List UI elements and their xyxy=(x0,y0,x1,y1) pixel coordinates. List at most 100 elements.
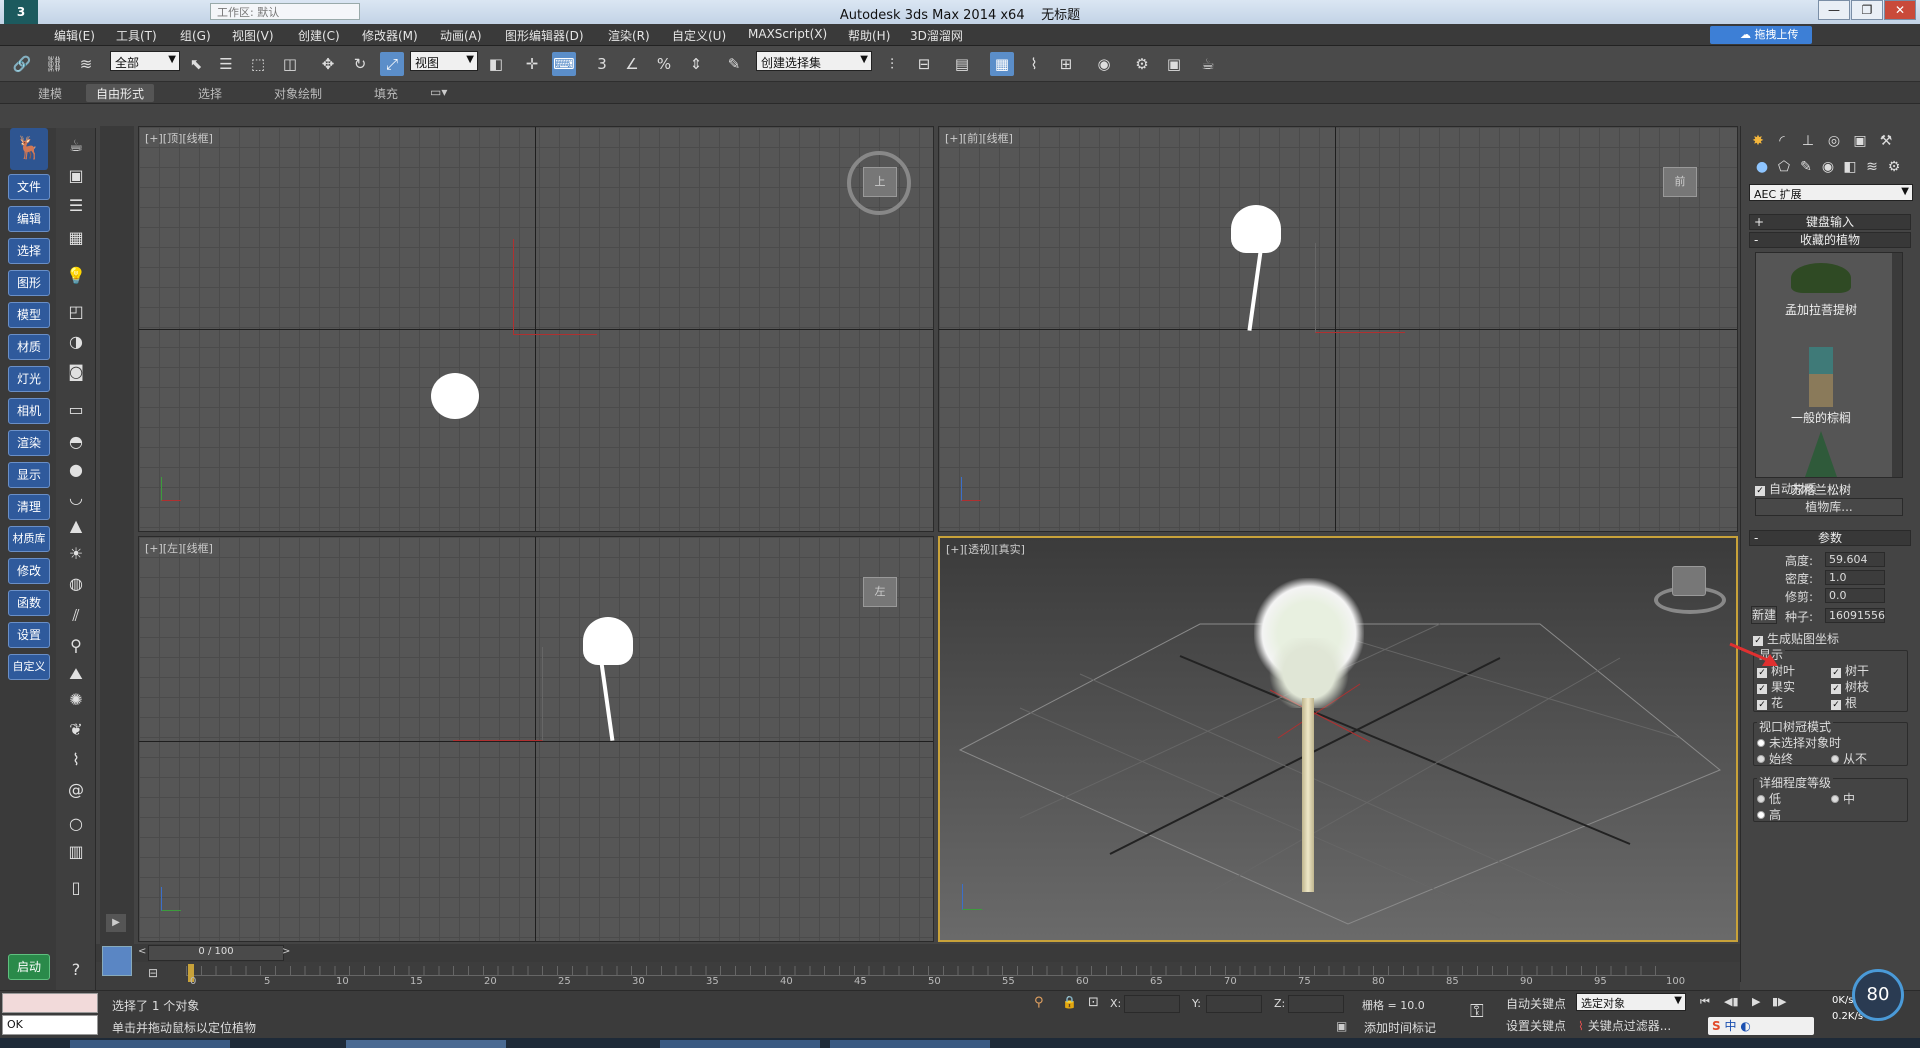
bowl-icon[interactable]: ◡ xyxy=(64,486,88,510)
cone-icon[interactable]: ▲ xyxy=(64,514,88,538)
create-tab-icon[interactable]: ✸ xyxy=(1747,130,1769,152)
menu-help[interactable]: 帮助(H) xyxy=(848,27,890,44)
detail-high-radio[interactable]: 高 xyxy=(1757,806,1781,823)
nav-modify[interactable]: 修改 xyxy=(8,558,50,584)
prune-field[interactable]: 0.0 xyxy=(1825,588,1885,603)
performance-gauge[interactable]: 80 xyxy=(1852,969,1904,1021)
select-and-link-icon[interactable]: 🔗 xyxy=(10,52,34,76)
rendered-frame-icon[interactable]: ▣ xyxy=(1162,52,1186,76)
next-frame-icon[interactable]: ▮▶ xyxy=(1772,995,1787,1008)
y-coord-field[interactable] xyxy=(1206,995,1262,1013)
menu-edit[interactable]: 编辑(E) xyxy=(54,27,95,44)
align-icon[interactable]: ⊟ xyxy=(912,52,936,76)
shapes-icon[interactable]: ⬠ xyxy=(1773,156,1795,178)
nav-file[interactable]: 文件 xyxy=(8,174,50,200)
nav-camera[interactable]: 相机 xyxy=(8,398,50,424)
nav-customize[interactable]: 自定义 xyxy=(8,654,50,680)
teapot-icon[interactable]: ☕ xyxy=(64,134,88,158)
ribbon-tab-freeform[interactable]: 自由形式 xyxy=(86,84,155,102)
material-editor-icon[interactable]: ◉ xyxy=(1092,52,1116,76)
sphere-icon[interactable]: ● xyxy=(64,458,88,482)
ball-icon[interactable]: ○ xyxy=(64,812,88,836)
nav-cleanup[interactable]: 清理 xyxy=(8,494,50,520)
select-object-icon[interactable]: ⬉ xyxy=(184,52,208,76)
category-dropdown[interactable]: AEC 扩展 ▼ xyxy=(1749,184,1913,201)
dome-icon[interactable]: ◓ xyxy=(64,430,88,454)
curve-editor-icon[interactable]: ⌇ xyxy=(1022,52,1046,76)
menu-modifiers[interactable]: 修改器(M) xyxy=(362,27,418,44)
swirl-icon[interactable]: @ xyxy=(64,778,88,802)
stairs-icon[interactable]: ⌇ xyxy=(64,748,88,772)
rotate-icon[interactable]: ↻ xyxy=(348,52,372,76)
trunk-checkbox[interactable]: ✓ 树干 xyxy=(1831,662,1869,679)
light-bulb-icon[interactable]: 💡 xyxy=(64,264,88,288)
add-time-tag[interactable]: 添加时间标记 xyxy=(1364,1019,1436,1036)
image-icon[interactable]: ▣ xyxy=(64,164,88,188)
menu-graph-editors[interactable]: 图形编辑器(D) xyxy=(505,27,584,44)
viewcube[interactable] xyxy=(1672,566,1706,596)
bind-spacewarp-icon[interactable]: ≋ xyxy=(74,52,98,76)
ribbon-tab-selection[interactable]: 选择 xyxy=(188,84,232,102)
calculator-icon[interactable]: ▥ xyxy=(64,840,88,864)
time-slider-left-arrow[interactable]: < xyxy=(138,946,146,957)
viewcube[interactable]: 前 xyxy=(1663,167,1697,197)
grid-icon[interactable]: ▦ xyxy=(64,226,88,250)
sun-icon[interactable]: ☀ xyxy=(64,542,88,566)
time-slider-thumb[interactable]: 0 / 100 xyxy=(148,945,284,961)
viewport-perspective[interactable]: [+][透视][真实] xyxy=(938,536,1738,942)
viewport-front[interactable]: [+][前][线框] 前 xyxy=(938,126,1738,532)
scene-icon[interactable]: ⛰ xyxy=(64,662,88,686)
seed-field[interactable]: 16091556 xyxy=(1825,608,1885,623)
new-seed-button[interactable]: 新建 xyxy=(1751,606,1777,624)
viewcube[interactable]: 上 xyxy=(863,167,897,197)
detail-low-radio[interactable]: 低 xyxy=(1757,790,1781,807)
menu-create[interactable]: 创建(C) xyxy=(298,27,340,44)
nav-edit[interactable]: 编辑 xyxy=(8,206,50,232)
menu-views[interactable]: 视图(V) xyxy=(232,27,274,44)
select-by-name-icon[interactable]: ☰ xyxy=(214,52,238,76)
helpers-icon[interactable]: ◧ xyxy=(1839,156,1861,178)
viewport-label[interactable]: [+][透视][真实] xyxy=(946,541,1025,557)
reference-coord-dropdown[interactable]: 视图 ▼ xyxy=(410,51,478,71)
track-bar-icon[interactable]: ⊟ xyxy=(148,966,158,980)
lock-icon[interactable]: 🔒 xyxy=(1062,995,1077,1009)
cog-icon[interactable]: ✺ xyxy=(64,688,88,712)
unlink-icon[interactable]: ⛓ xyxy=(42,52,66,76)
nav-functions[interactable]: 函数 xyxy=(8,590,50,616)
roots-checkbox[interactable]: ✓ 根 xyxy=(1831,694,1857,711)
density-field[interactable]: 1.0 xyxy=(1825,570,1885,585)
disc-icon[interactable]: ◍ xyxy=(64,572,88,596)
key-icon[interactable]: ⚿ xyxy=(1470,1001,1484,1022)
isolate-selection-icon[interactable]: ⚲ xyxy=(1034,995,1044,1010)
nav-shapes[interactable]: 图形 xyxy=(8,270,50,296)
close-button[interactable]: ✕ xyxy=(1884,0,1916,20)
plant-item-palm[interactable]: 一般的棕榈 xyxy=(1756,347,1886,426)
goto-start-icon[interactable]: ⏮ xyxy=(1700,995,1710,1009)
restore-button[interactable]: ❐ xyxy=(1851,0,1883,20)
nav-lights[interactable]: 灯光 xyxy=(8,366,50,392)
height-field[interactable]: 59.604 xyxy=(1825,552,1885,567)
time-slider-right-arrow[interactable]: > xyxy=(282,946,290,957)
key-mode-dropdown[interactable]: 选定对象 ▼ xyxy=(1576,993,1686,1011)
z-coord-field[interactable] xyxy=(1288,995,1344,1013)
ribbon-options-icon[interactable]: ▭▾ xyxy=(430,85,447,99)
nav-model[interactable]: 模型 xyxy=(8,302,50,328)
layout-grid-icon[interactable] xyxy=(102,946,132,976)
taskbar-app[interactable] xyxy=(346,1040,506,1048)
angle-snap-icon[interactable]: ∠ xyxy=(620,52,644,76)
upload-button[interactable]: ☁ 拖拽上传 xyxy=(1710,26,1812,44)
render-teapot-icon[interactable]: ☕ xyxy=(1196,52,1220,76)
nav-material-lib[interactable]: 材质库 xyxy=(8,526,50,552)
flowers-checkbox[interactable]: ✓ 花 xyxy=(1757,694,1783,711)
taskbar-app[interactable] xyxy=(830,1040,990,1048)
taskbar-app[interactable] xyxy=(70,1040,230,1048)
set-key-button[interactable]: 设置关键点 xyxy=(1506,1017,1566,1034)
systems-icon[interactable]: ⚙ xyxy=(1883,156,1905,178)
cameras-icon[interactable]: ◉ xyxy=(1817,156,1839,178)
start-button[interactable]: 启动 xyxy=(8,954,50,980)
scene-explorer-icon[interactable]: ▦ xyxy=(990,52,1014,76)
layer-manager-icon[interactable]: ▤ xyxy=(950,52,974,76)
maxscript-listener-pink[interactable] xyxy=(2,993,98,1013)
snaps-toggle-icon[interactable]: 3 xyxy=(590,52,614,76)
menu-animation[interactable]: 动画(A) xyxy=(440,27,482,44)
